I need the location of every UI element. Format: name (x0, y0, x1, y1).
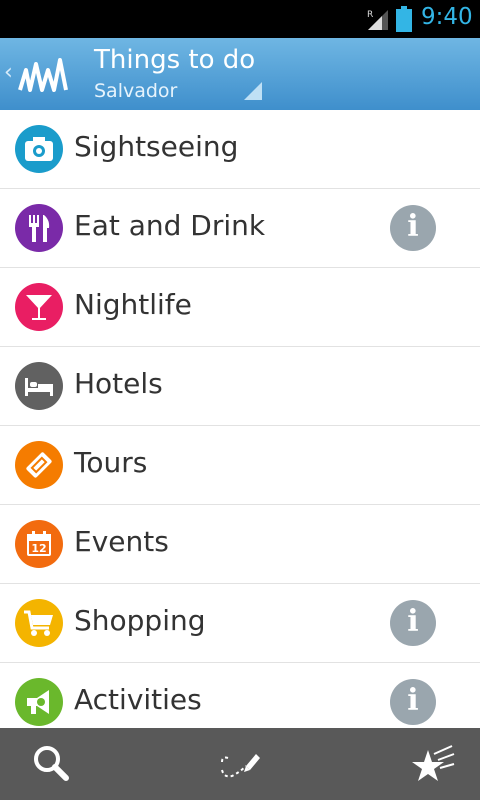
status-time: 9:40 (421, 4, 473, 30)
dropdown-indicator-icon[interactable] (244, 82, 262, 100)
info-icon: i (407, 683, 419, 718)
info-icon: i (407, 604, 419, 639)
list-item-label: Shopping (74, 604, 206, 637)
ticket-icon (15, 441, 63, 489)
cocktail-icon (15, 283, 63, 331)
list-item-hotels[interactable]: Hotels (0, 347, 480, 426)
fork-knife-icon (15, 204, 63, 252)
status-bar: R 9:40 (0, 0, 480, 38)
list-item-label: Eat and Drink (74, 209, 266, 242)
app-logo-icon[interactable] (18, 56, 70, 92)
battery-icon (396, 6, 412, 32)
bed-icon (15, 362, 63, 410)
info-icon: i (407, 209, 419, 244)
list-item-label: Activities (74, 683, 202, 716)
route-draw-icon[interactable] (216, 740, 264, 788)
info-button[interactable]: i (390, 205, 436, 251)
list-item-label: Events (74, 525, 169, 558)
signal-icon: R (367, 10, 388, 30)
list-item-nightlife[interactable]: Nightlife (0, 268, 480, 347)
favorites-icon[interactable] (408, 740, 456, 788)
search-icon[interactable] (28, 740, 76, 788)
info-button[interactable]: i (390, 679, 436, 725)
list-item-events[interactable]: 12 Events (0, 505, 480, 584)
list-item-label: Sightseeing (74, 130, 239, 163)
page-title: Things to do (94, 45, 256, 75)
list-item-eat-and-drink[interactable]: Eat and Drink i (0, 189, 480, 268)
back-chevron-icon[interactable]: ‹ (4, 60, 13, 85)
list-item-label: Tours (74, 446, 148, 479)
bottom-toolbar (0, 728, 480, 800)
cart-icon (15, 599, 63, 647)
list-item-tours[interactable]: Tours (0, 426, 480, 505)
roaming-badge: R (367, 10, 373, 20)
list-item-shopping[interactable]: Shopping i (0, 584, 480, 663)
camera-icon (15, 125, 63, 173)
megaphone-icon (15, 678, 63, 726)
info-button[interactable]: i (390, 600, 436, 646)
list-item-label: Hotels (74, 367, 163, 400)
calendar-day: 12 (31, 542, 46, 555)
calendar-icon: 12 (15, 520, 63, 568)
action-bar: ‹ Things to do Salvador (0, 38, 480, 112)
list-item-label: Nightlife (74, 288, 192, 321)
city-selector[interactable]: Salvador (94, 80, 177, 102)
category-list: Sightseeing Eat and Drink i Nightlife Ho… (0, 110, 480, 728)
list-item-sightseeing[interactable]: Sightseeing (0, 110, 480, 189)
list-item-activities[interactable]: Activities i (0, 663, 480, 728)
